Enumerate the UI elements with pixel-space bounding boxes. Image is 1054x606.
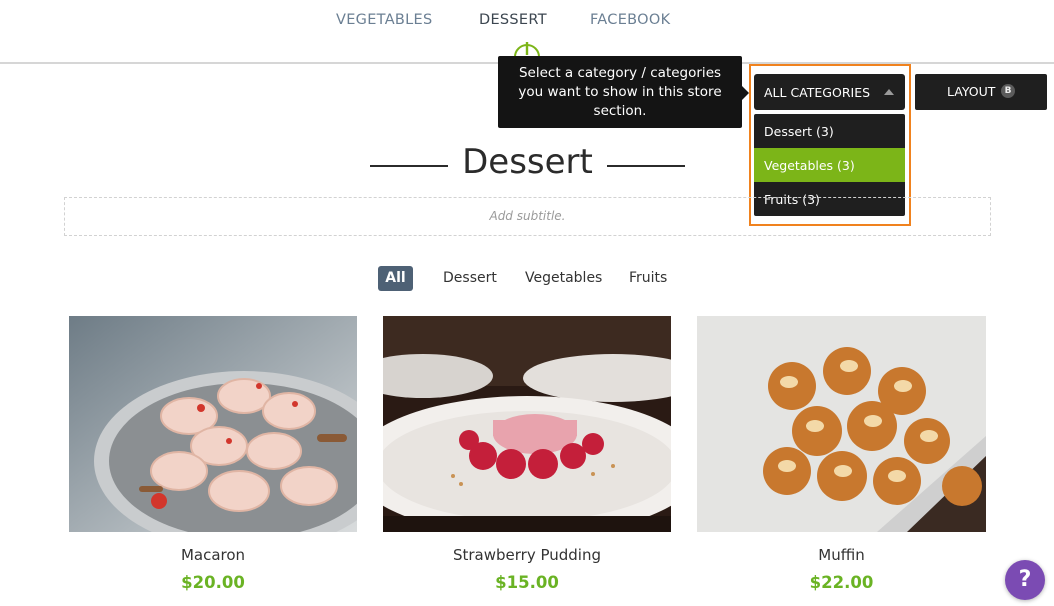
- product-price-strawberry-pudding: $15.00: [495, 573, 559, 592]
- layout-badge: B: [1001, 84, 1015, 98]
- subtitle-field[interactable]: Add subtitle.: [64, 197, 991, 236]
- help-button[interactable]: ?: [1005, 560, 1045, 600]
- filter-tab-fruits[interactable]: Fruits: [629, 270, 667, 286]
- product-price-muffin: $22.00: [809, 573, 874, 592]
- product-image-strawberry-pudding[interactable]: [383, 316, 671, 532]
- product-image-macaron[interactable]: [69, 316, 357, 532]
- category-select[interactable]: ALL CATEGORIES: [754, 74, 905, 110]
- filter-tab-dessert[interactable]: Dessert: [443, 270, 497, 286]
- product-name-macaron[interactable]: Macaron: [69, 546, 357, 564]
- caret-up-icon: [884, 89, 894, 95]
- layout-button-label: LAYOUT: [947, 84, 996, 99]
- category-select-value: ALL CATEGORIES: [764, 85, 871, 100]
- layout-button[interactable]: LAYOUT B: [915, 74, 1047, 110]
- product-name-strawberry-pudding[interactable]: Strawberry Pudding: [383, 546, 671, 564]
- product-name-muffin[interactable]: Muffin: [697, 546, 986, 564]
- nav-link-dessert[interactable]: DESSERT: [479, 12, 547, 28]
- filter-tab-vegetables[interactable]: Vegetables: [525, 270, 602, 286]
- category-option-dessert[interactable]: Dessert (3): [754, 114, 905, 148]
- product-image-muffin[interactable]: [697, 316, 986, 532]
- nav-link-vegetables[interactable]: VEGETABLES: [336, 12, 433, 28]
- category-tooltip: Select a category / categories you want …: [498, 56, 749, 128]
- title-rule-right: [607, 165, 685, 167]
- product-price-macaron: $20.00: [181, 573, 245, 592]
- section-title[interactable]: Dessert: [448, 140, 607, 184]
- title-rule-left: [370, 165, 448, 167]
- category-option-vegetables[interactable]: Vegetables (3): [754, 148, 905, 182]
- filter-tab-all[interactable]: All: [378, 266, 413, 291]
- nav-link-facebook[interactable]: FACEBOOK: [590, 12, 670, 28]
